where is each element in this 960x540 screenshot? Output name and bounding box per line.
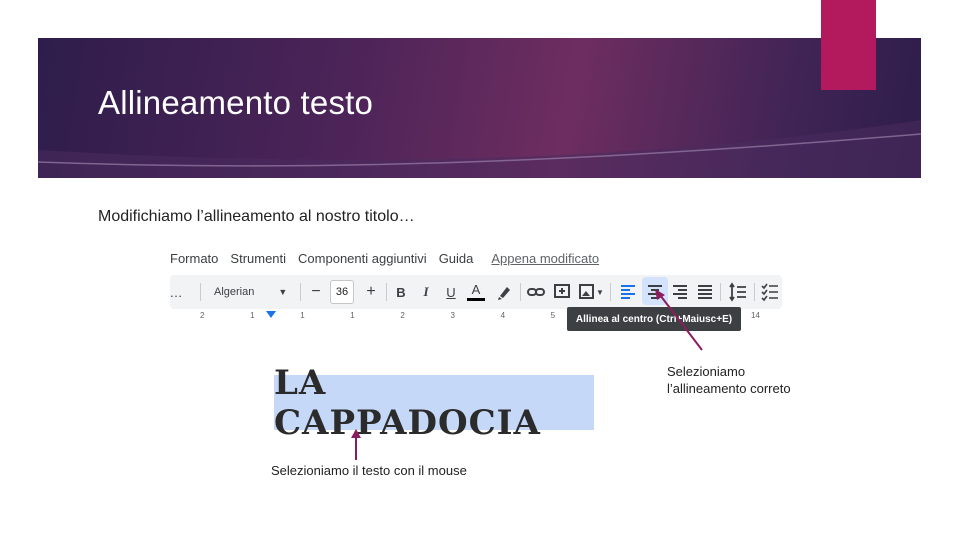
increase-font-size-button[interactable]: +	[363, 281, 379, 303]
line-spacing-icon[interactable]	[728, 281, 748, 303]
selected-heading[interactable]: LA CAPPADOCIA	[274, 362, 594, 443]
ruler-number: 1	[300, 311, 305, 320]
toolbar-divider	[200, 283, 201, 301]
text-color-button[interactable]: A	[467, 281, 485, 301]
align-right-icon[interactable]	[670, 281, 690, 303]
decrease-font-size-button[interactable]: −	[308, 281, 324, 303]
align-left-icon[interactable]	[618, 281, 638, 303]
ruler-number: 1	[350, 311, 355, 320]
menu-componenti-aggiuntivi[interactable]: Componenti aggiuntivi	[298, 251, 427, 271]
menu-formato[interactable]: Formato	[170, 251, 218, 271]
ruler-number: 4	[500, 311, 506, 320]
toolbar-divider	[610, 283, 611, 301]
slide-title: Allineamento testo	[98, 84, 374, 121]
font-dropdown[interactable]: Algerian ▼	[214, 281, 294, 303]
heading-text: LA CAPPADOCIA	[274, 362, 541, 443]
toolbar-divider	[300, 283, 301, 301]
annotation-selection: Selezioniamo il testo con il mouse	[271, 463, 467, 478]
italic-button[interactable]: I	[417, 281, 435, 303]
comment-icon[interactable]	[552, 281, 572, 303]
image-icon[interactable]	[578, 281, 598, 303]
font-name: Algerian	[214, 286, 255, 298]
checklist-icon[interactable]	[760, 281, 780, 303]
menu-strumenti[interactable]: Strumenti	[230, 251, 286, 271]
accent-bar	[821, 0, 876, 90]
style-dropdown[interactable]: …	[170, 281, 183, 303]
justify-icon[interactable]	[695, 281, 715, 303]
formatting-toolbar: … Algerian ▼ − 36 + B I U A ▼	[170, 275, 782, 309]
bold-button[interactable]: B	[392, 281, 410, 303]
last-edit-link[interactable]: Appena modificato	[491, 251, 599, 271]
annotation-alignment: Selezioniamo l’allineamento correto	[667, 364, 791, 396]
underline-button[interactable]: U	[442, 281, 460, 303]
menu-guida[interactable]: Guida	[439, 251, 474, 271]
ruler-number: 5	[550, 311, 556, 320]
toolbar-divider	[520, 283, 521, 301]
ruler-number: 2	[200, 311, 205, 320]
chevron-down-icon: ▼	[278, 287, 288, 297]
ruler-number: 2	[400, 311, 405, 320]
align-center-tooltip: Allinea al centro (Ctrl+Maiusc+E)	[567, 307, 741, 331]
toolbar-divider	[754, 283, 755, 301]
align-center-icon[interactable]	[645, 281, 665, 303]
menu-bar: Formato Strumenti Componenti aggiuntivi …	[170, 251, 611, 271]
ruler-number: 14	[751, 311, 760, 320]
font-size-input[interactable]: 36	[330, 280, 354, 304]
chevron-down-icon: ▼	[596, 287, 604, 297]
toolbar-divider	[720, 283, 721, 301]
link-icon[interactable]	[526, 281, 546, 303]
ruler-number: 1	[250, 311, 255, 320]
slide: Allineamento testo Modifichiamo l’alline…	[0, 0, 960, 540]
toolbar-divider	[386, 283, 387, 301]
highlight-pen-icon[interactable]	[494, 281, 514, 303]
slide-subtitle: Modifichiamo l’allineamento al nostro ti…	[98, 208, 415, 225]
ruler-number: 3	[450, 311, 455, 320]
